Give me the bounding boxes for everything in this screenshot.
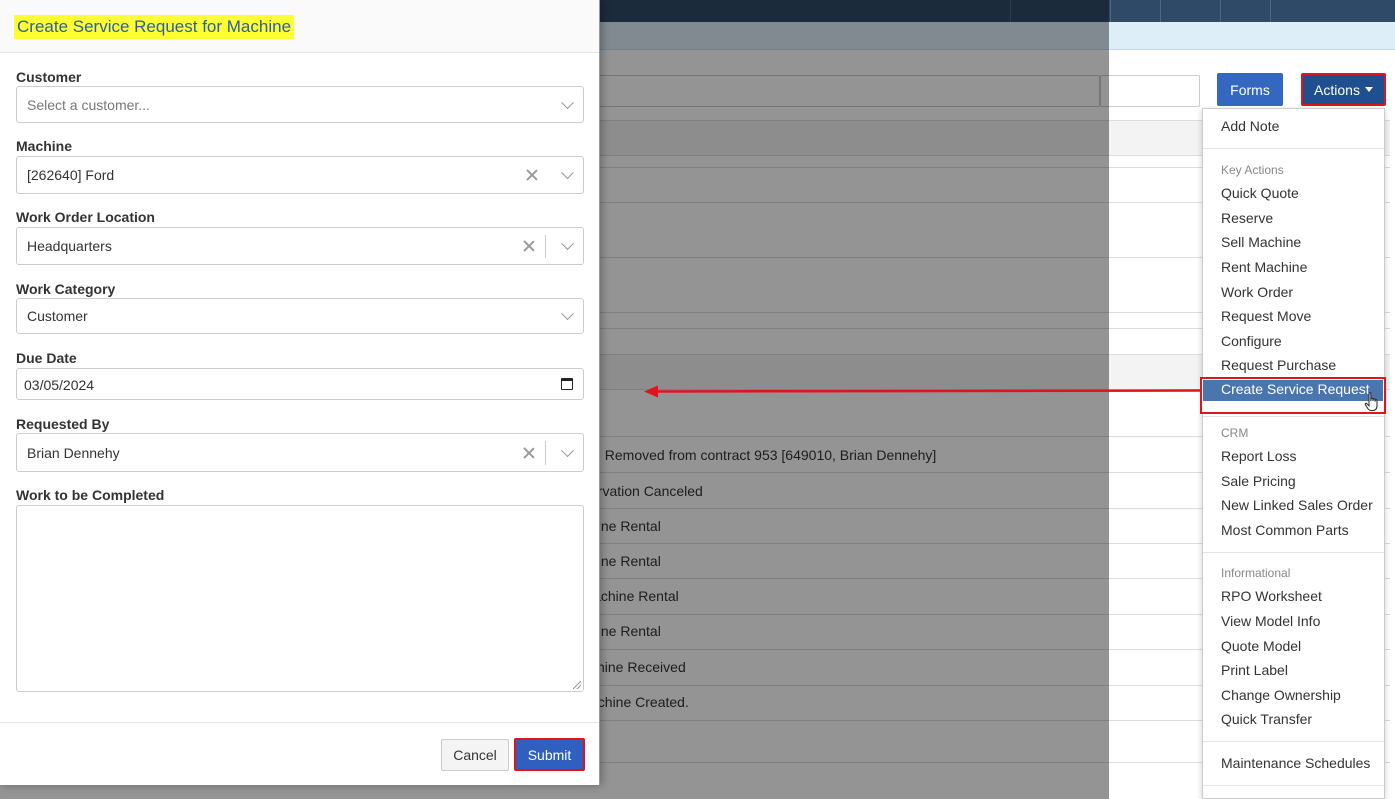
menu-item-rent-machine[interactable]: Rent Machine (1221, 259, 1307, 275)
machine-label: Machine (16, 138, 73, 154)
customer-select[interactable]: Select a customer... (16, 86, 584, 123)
actions-button-label: Actions (1314, 81, 1360, 98)
chevron-down-icon[interactable] (561, 307, 574, 321)
nav-tab[interactable] (1110, 0, 1160, 22)
forms-button[interactable]: Forms (1217, 73, 1283, 106)
resize-grip-icon[interactable] (573, 681, 581, 689)
submit-button[interactable]: Submit (514, 738, 585, 771)
due-date-label: Due Date (16, 350, 77, 366)
menu-item-reserve[interactable]: Reserve (1221, 210, 1273, 226)
menu-item-print-label[interactable]: Print Label (1221, 662, 1288, 678)
menu-item-maintenance-schedules[interactable]: Maintenance Schedules (1221, 755, 1370, 771)
caret-down-icon (1364, 87, 1373, 92)
due-date-value: 03/05/2024 (24, 377, 95, 393)
machine-select-value: [262640] Ford (27, 167, 115, 183)
cancel-button[interactable]: Cancel (441, 739, 509, 771)
menu-item-rpo-worksheet[interactable]: RPO Worksheet (1221, 588, 1322, 604)
calendar-icon[interactable] (561, 378, 573, 390)
menu-divider (1203, 148, 1384, 149)
menu-item-view-model-info[interactable]: View Model Info (1221, 613, 1320, 629)
background-field[interactable] (1100, 75, 1200, 107)
menu-item-quote-model[interactable]: Quote Model (1221, 638, 1301, 654)
menu-item-quick-quote[interactable]: Quick Quote (1221, 185, 1299, 201)
menu-divider (1203, 741, 1384, 742)
create-service-request-dialog: Create Service Request for Machine Custo… (0, 0, 600, 785)
menu-item-configure[interactable]: Configure (1221, 333, 1282, 349)
work-to-be-completed-textarea[interactable] (16, 505, 584, 692)
menu-item-create-service-request[interactable]: Create Service Request (1200, 377, 1386, 414)
work-order-location-label: Work Order Location (16, 209, 155, 225)
menu-divider (1203, 785, 1384, 786)
nav-tab[interactable] (1220, 0, 1270, 22)
menu-item-quick-transfer[interactable]: Quick Transfer (1221, 711, 1312, 727)
separator (545, 441, 546, 465)
requested-by-value: Brian Dennehy (27, 444, 120, 461)
customer-label: Customer (16, 69, 82, 85)
chevron-down-icon[interactable] (561, 166, 574, 180)
hand-cursor-icon (1364, 392, 1378, 411)
dialog-header: Create Service Request for Machine (0, 0, 599, 53)
work-order-location-value: Headquarters (27, 238, 112, 254)
requested-by-label: Requested By (16, 416, 110, 432)
menu-item-sell-machine[interactable]: Sell Machine (1221, 234, 1301, 250)
menu-divider (1203, 416, 1384, 417)
menu-header-informational: Informational (1221, 566, 1291, 580)
work-order-location-select[interactable]: Headquarters (16, 227, 584, 265)
dialog-title: Create Service Request for Machine (14, 15, 295, 39)
menu-item-create-service-request-label: Create Service Request (1221, 381, 1370, 397)
clear-icon[interactable] (523, 240, 535, 252)
machine-select[interactable]: [262640] Ford (16, 156, 584, 194)
menu-item-add-note[interactable]: Add Note (1221, 118, 1279, 134)
work-category-value: Customer (27, 308, 88, 324)
menu-item-change-ownership[interactable]: Change Ownership (1221, 687, 1341, 703)
menu-header-crm: CRM (1221, 426, 1249, 440)
customer-select-placeholder: Select a customer... (27, 96, 150, 113)
menu-item-report-loss[interactable]: Report Loss (1221, 448, 1296, 464)
menu-header-key-actions: Key Actions (1221, 163, 1284, 177)
actions-dropdown-menu: Add Note Key Actions Quick Quote Reserve… (1202, 108, 1385, 799)
requested-by-select[interactable]: Brian Dennehy (16, 433, 584, 472)
clear-icon[interactable] (526, 169, 538, 181)
annotation-arrow-icon (644, 385, 1200, 398)
work-category-select[interactable]: Customer (16, 298, 584, 334)
work-to-be-completed-label: Work to be Completed (16, 487, 165, 503)
menu-item-most-common-parts[interactable]: Most Common Parts (1221, 522, 1349, 538)
actions-button[interactable]: Actions (1301, 73, 1386, 106)
chevron-down-icon[interactable] (561, 237, 574, 251)
clear-icon[interactable] (523, 447, 535, 459)
due-date-input[interactable]: 03/05/2024 (16, 368, 584, 400)
chevron-down-icon[interactable] (561, 443, 574, 457)
nav-tab[interactable] (1270, 0, 1395, 22)
menu-item-sale-pricing[interactable]: Sale Pricing (1221, 473, 1296, 489)
separator (545, 235, 546, 258)
chevron-down-icon[interactable] (561, 95, 574, 109)
menu-item-new-linked-sales-order[interactable]: New Linked Sales Order (1221, 497, 1373, 513)
menu-item-request-purchase[interactable]: Request Purchase (1221, 357, 1336, 373)
menu-divider (1203, 552, 1384, 553)
nav-tab[interactable] (1160, 0, 1220, 22)
menu-item-work-order[interactable]: Work Order (1221, 284, 1293, 300)
dialog-footer: Cancel Submit (0, 722, 599, 785)
work-category-label: Work Category (16, 281, 116, 297)
menu-item-request-move[interactable]: Request Move (1221, 308, 1311, 324)
